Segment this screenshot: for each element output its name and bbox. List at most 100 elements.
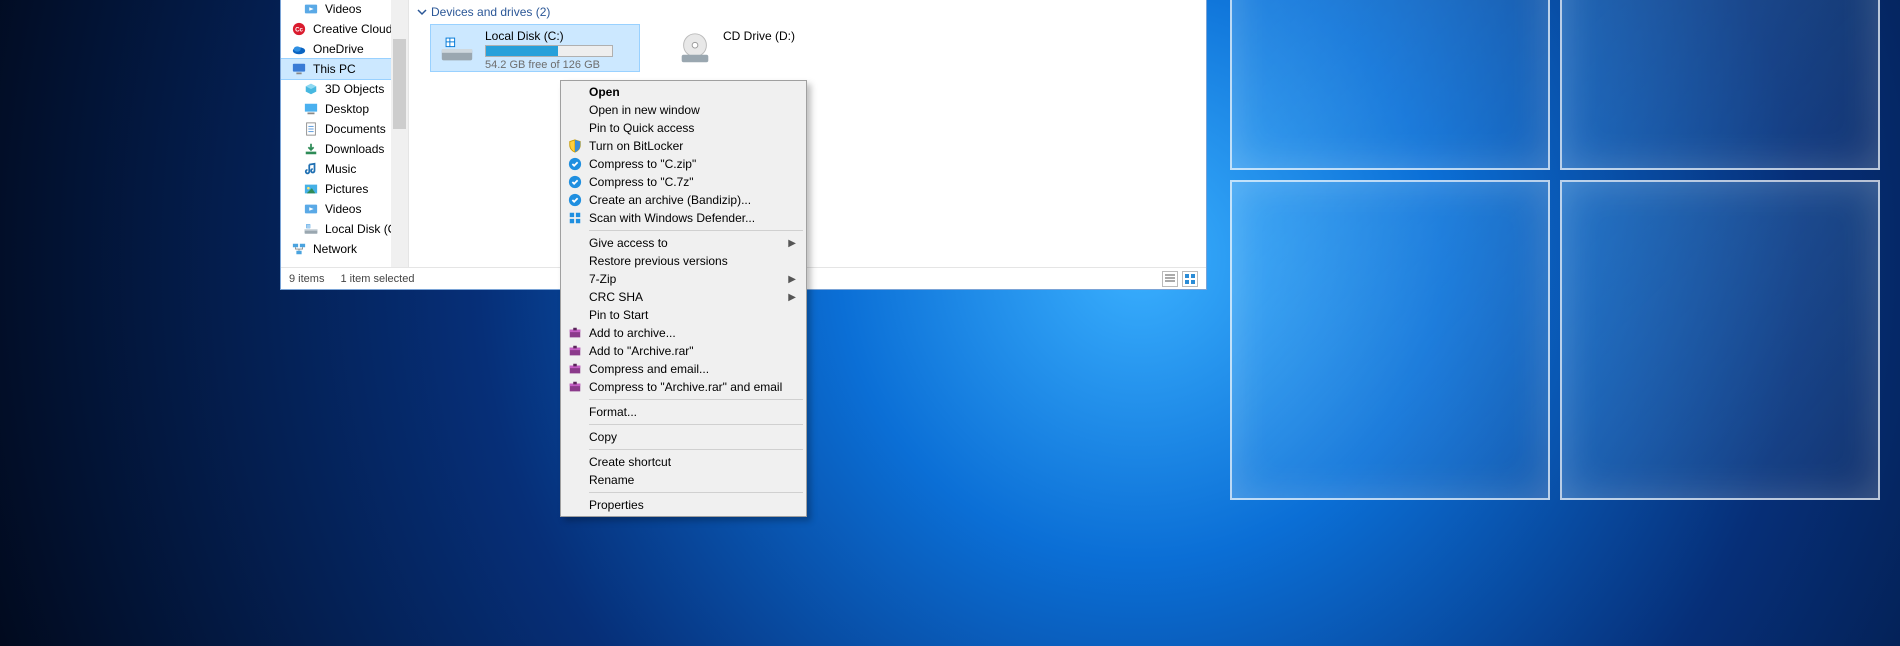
ctx-item-label: Add to archive... bbox=[589, 326, 676, 340]
ctx-item-label: Format... bbox=[589, 405, 637, 419]
ctx-item-label: Scan with Windows Defender... bbox=[589, 211, 755, 225]
navigation-pane[interactable]: Videos CcCreative Cloud Fil OneDrive This P… bbox=[281, 0, 409, 267]
nav-item-downloads[interactable]: Downloads bbox=[281, 139, 408, 159]
ctx-item-label: Rename bbox=[589, 473, 634, 487]
bandizip-icon bbox=[567, 192, 583, 208]
drive-local-disk-c-[interactable]: Local Disk (C:)54.2 GB free of 126 GB bbox=[431, 25, 639, 71]
nav-item-pictures[interactable]: Pictures bbox=[281, 179, 408, 199]
ctx-item-label: Open bbox=[589, 85, 620, 99]
ctx-item-label: Compress and email... bbox=[589, 362, 709, 376]
context-menu: Open Open in new window Pin to Quick acces… bbox=[560, 80, 807, 517]
ctx-properties[interactable]: Properties bbox=[563, 496, 804, 514]
ctx-compress-to-c-zip[interactable]: Compress to "C.zip" bbox=[563, 155, 804, 173]
submenu-arrow-icon: ▶ bbox=[788, 274, 796, 285]
ctx-compress-to-archive-rar-and-email[interactable]: Compress to "Archive.rar" and email bbox=[563, 378, 804, 396]
nav-item-label: Pictures bbox=[325, 182, 368, 196]
ctx-add-to-archive[interactable]: Add to archive... bbox=[563, 324, 804, 342]
drive-free-space: 54.2 GB free of 126 GB bbox=[485, 59, 613, 71]
nav-item-label: Videos bbox=[325, 2, 361, 16]
ctx-restore-previous-versions[interactable]: Restore previous versions bbox=[563, 252, 804, 270]
3d-icon bbox=[303, 81, 319, 97]
cd-icon bbox=[675, 29, 715, 69]
nav-scrollbar-thumb[interactable] bbox=[393, 39, 406, 129]
hdd-icon bbox=[437, 29, 477, 69]
submenu-arrow-icon: ▶ bbox=[788, 238, 796, 249]
nav-item-label: OneDrive bbox=[313, 42, 364, 56]
drive-cd-drive-d-[interactable]: CD Drive (D:) bbox=[669, 25, 877, 71]
ctx-crc-sha[interactable]: CRC SHA▶ bbox=[563, 288, 804, 306]
nav-item-label: Downloads bbox=[325, 142, 384, 156]
ctx-format[interactable]: Format... bbox=[563, 403, 804, 421]
bandizip-icon bbox=[567, 156, 583, 172]
ctx-7-zip[interactable]: 7-Zip ▶ bbox=[563, 270, 804, 288]
ctx-item-label: 7-Zip bbox=[589, 272, 616, 286]
ctx-give-access-to[interactable]: Give access to▶ bbox=[563, 234, 804, 252]
ctx-compress-to-c-7z[interactable]: Compress to "C.7z" bbox=[563, 173, 804, 191]
nav-item-videos[interactable]: Videos bbox=[281, 0, 408, 19]
ctx-create-shortcut[interactable]: Create shortcut bbox=[563, 453, 804, 471]
drives-container: Local Disk (C:)54.2 GB free of 126 GB CD … bbox=[413, 23, 1206, 71]
winrar-icon bbox=[567, 325, 583, 341]
nav-item-this-pc[interactable]: This PC bbox=[281, 59, 408, 79]
nav-item-3d-objects[interactable]: 3D Objects bbox=[281, 79, 408, 99]
ctx-open[interactable]: Open bbox=[563, 83, 804, 101]
ctx-item-label: Turn on BitLocker bbox=[589, 139, 683, 153]
nav-item-label: Videos bbox=[325, 202, 361, 216]
view-details-icon[interactable] bbox=[1162, 271, 1178, 287]
ctx-copy[interactable]: Copy bbox=[563, 428, 804, 446]
shield-icon bbox=[567, 138, 583, 154]
onedrive-icon bbox=[291, 41, 307, 57]
ctx-pin-to-start[interactable]: Pin to Start bbox=[563, 306, 804, 324]
nav-item-local-disk-c-[interactable]: Local Disk (C:) bbox=[281, 219, 408, 239]
view-large-icons-icon[interactable] bbox=[1182, 271, 1198, 287]
nav-item-documents[interactable]: Documents bbox=[281, 119, 408, 139]
group-header-label: Devices and drives (2) bbox=[431, 5, 550, 19]
svg-text:Cc: Cc bbox=[295, 27, 303, 34]
ctx-separator bbox=[589, 399, 803, 400]
documents-icon bbox=[303, 121, 319, 137]
bandizip-icon bbox=[567, 174, 583, 190]
nav-scrollbar[interactable] bbox=[391, 0, 408, 267]
ctx-open-in-new-window[interactable]: Open in new window bbox=[563, 101, 804, 119]
ctx-create-an-archive-bandizip[interactable]: Create an archive (Bandizip)... bbox=[563, 191, 804, 209]
nav-item-label: 3D Objects bbox=[325, 82, 384, 96]
ctx-scan-with-windows-defender[interactable]: Scan with Windows Defender... bbox=[563, 209, 804, 227]
content-pane: Devices and drives (2) Local Disk (C:)54… bbox=[409, 0, 1206, 267]
ctx-item-label: Create shortcut bbox=[589, 455, 671, 469]
nav-item-onedrive[interactable]: OneDrive bbox=[281, 39, 408, 59]
ctx-item-label: Pin to Quick access bbox=[589, 121, 694, 135]
ctx-pin-to-quick-access[interactable]: Pin to Quick access bbox=[563, 119, 804, 137]
nav-item-network[interactable]: Network bbox=[281, 239, 408, 259]
ctx-item-label: Restore previous versions bbox=[589, 254, 728, 268]
ctx-turn-on-bitlocker[interactable]: Turn on BitLocker bbox=[563, 137, 804, 155]
ctx-item-label: Pin to Start bbox=[589, 308, 648, 322]
ctx-item-label: Copy bbox=[589, 430, 617, 444]
ctx-compress-and-email[interactable]: Compress and email... bbox=[563, 360, 804, 378]
nav-item-label: Network bbox=[313, 242, 357, 256]
nav-item-creative-cloud-fil[interactable]: CcCreative Cloud Fil bbox=[281, 19, 408, 39]
winrar-icon bbox=[567, 343, 583, 359]
winrar-icon bbox=[567, 379, 583, 395]
downloads-icon bbox=[303, 141, 319, 157]
network-icon bbox=[291, 241, 307, 257]
ctx-item-label: Open in new window bbox=[589, 103, 700, 117]
ctx-item-label: Compress to "C.7z" bbox=[589, 175, 694, 189]
ctx-item-label: Properties bbox=[589, 498, 644, 512]
ctx-separator bbox=[589, 424, 803, 425]
ctx-separator bbox=[589, 230, 803, 231]
ctx-rename[interactable]: Rename bbox=[563, 471, 804, 489]
nav-item-videos[interactable]: Videos bbox=[281, 199, 408, 219]
group-header-devices[interactable]: Devices and drives (2) bbox=[413, 0, 1206, 23]
ctx-item-label: Add to "Archive.rar" bbox=[589, 344, 694, 358]
desktop-icon bbox=[303, 101, 319, 117]
nav-item-label: Documents bbox=[325, 122, 386, 136]
submenu-arrow-icon: ▶ bbox=[788, 292, 796, 303]
winrar-icon bbox=[567, 361, 583, 377]
ctx-add-to-archive-rar[interactable]: Add to "Archive.rar" bbox=[563, 342, 804, 360]
drive-name: CD Drive (D:) bbox=[723, 29, 795, 43]
nav-item-music[interactable]: Music bbox=[281, 159, 408, 179]
nav-item-desktop[interactable]: Desktop bbox=[281, 99, 408, 119]
ctx-separator bbox=[589, 449, 803, 450]
ctx-item-label: Compress to "Archive.rar" and email bbox=[589, 380, 782, 394]
status-selection-count: 1 item selected bbox=[340, 273, 414, 285]
